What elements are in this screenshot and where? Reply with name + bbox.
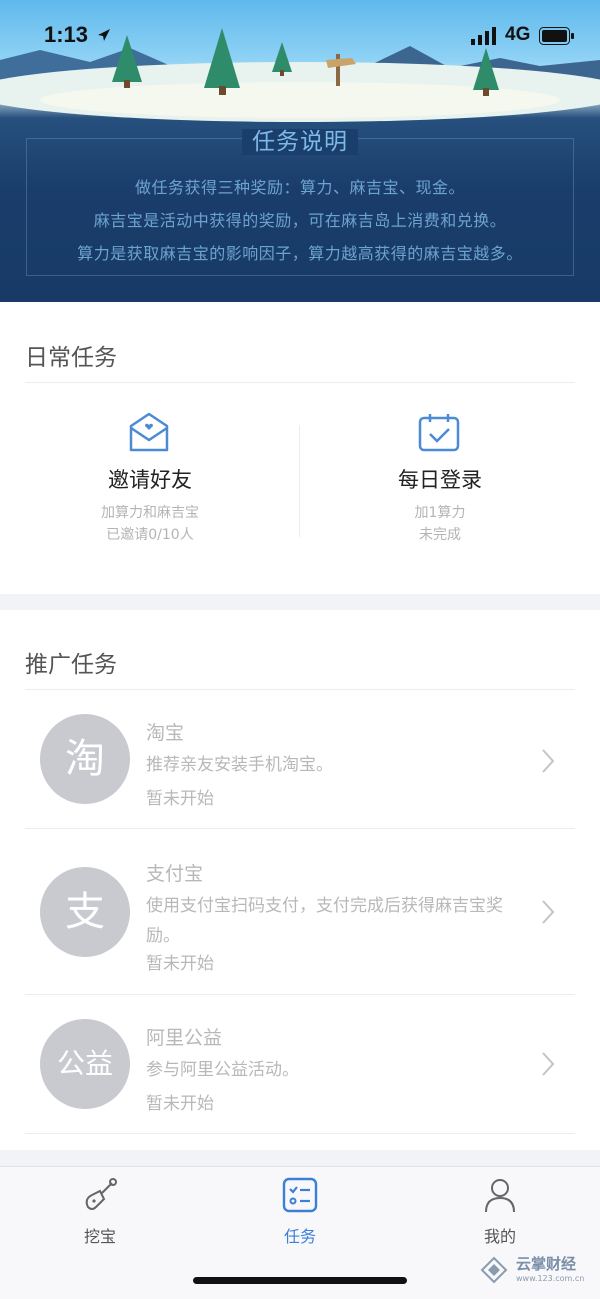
hero-line: 做任务获得三种奖励：算力、麻吉宝、现金。	[134, 178, 465, 197]
envelope-heart-icon	[129, 412, 169, 452]
promo-task-alipay[interactable]: 支 支付宝 使用支付宝扫码支付，支付完成后获得麻吉宝奖励。 暂未开始	[0, 829, 600, 994]
task-list-icon	[282, 1177, 318, 1213]
task-reward: 加1算力	[414, 505, 466, 521]
task-name: 淘宝	[146, 722, 185, 744]
promo-task-ali-charity[interactable]: 公益 阿里公益 参与阿里公益活动。 暂未开始	[0, 995, 600, 1133]
status-bar: 1:13 4G	[0, 0, 600, 70]
location-arrow-icon	[98, 29, 110, 41]
task-name: 邀请好友	[108, 468, 192, 492]
charity-badge: 公益	[40, 1019, 130, 1109]
signal-icon	[471, 27, 496, 45]
divider	[25, 1133, 575, 1134]
divider	[25, 382, 575, 383]
watermark-text: 云掌财经	[516, 1255, 577, 1273]
daily-task-login[interactable]: 每日登录 加1算力 未完成	[290, 412, 590, 552]
promo-task-taobao[interactable]: 淘 淘宝 推荐亲友安装手机淘宝。 暂未开始	[0, 690, 600, 828]
network-type: 4G	[505, 24, 531, 45]
battery-icon	[539, 27, 574, 45]
hero-line: 算力是获取麻吉宝的影响因子，算力越高获得的麻吉宝越多。	[77, 244, 523, 263]
task-status: 未完成	[419, 527, 461, 543]
chevron-right-icon	[542, 1052, 555, 1076]
task-description: 推荐亲友安装手机淘宝。	[146, 755, 333, 775]
daily-tasks-title: 日常任务	[25, 345, 117, 371]
task-description: 参与阿里公益活动。	[146, 1060, 299, 1080]
promo-tasks-title: 推广任务	[25, 652, 117, 678]
alipay-badge: 支	[40, 867, 130, 957]
tab-label: 挖宝	[83, 1227, 116, 1246]
tab-profile[interactable]: 我的	[440, 1177, 560, 1247]
taobao-badge: 淘	[40, 714, 130, 804]
task-name: 支付宝	[146, 863, 204, 885]
task-status: 暂未开始	[146, 789, 214, 809]
hero-banner: 1:13 4G 任务说明 做任务获得三种奖励：算力、麻吉宝、现金。 麻吉宝是活动…	[0, 0, 600, 302]
shovel-icon	[85, 1178, 117, 1210]
status-time: 1:13	[44, 22, 89, 47]
task-name: 每日登录	[398, 468, 482, 492]
calendar-check-icon	[418, 414, 460, 452]
task-status: 已邀请0/10人	[106, 527, 194, 543]
task-reward: 加算力和麻吉宝	[101, 505, 199, 521]
tab-tasks[interactable]: 任务	[240, 1177, 360, 1247]
user-icon	[485, 1179, 515, 1213]
home-indicator[interactable]	[193, 1277, 407, 1284]
tab-dig[interactable]: 挖宝	[40, 1177, 160, 1247]
daily-task-invite[interactable]: 邀请好友 加算力和麻吉宝 已邀请0/10人	[0, 412, 300, 552]
task-name: 阿里公益	[146, 1027, 223, 1049]
task-description: 使用支付宝扫码支付，支付完成后获得麻吉宝奖励。	[146, 896, 503, 946]
hero-line: 麻吉宝是活动中获得的奖励，可在麻吉岛上消费和兑换。	[93, 211, 507, 230]
task-status: 暂未开始	[146, 1094, 214, 1114]
hero-title: 任务说明	[0, 122, 600, 156]
tab-label: 任务	[283, 1227, 316, 1246]
chevron-right-icon	[542, 749, 555, 773]
watermark-url: www.123.com.cn	[516, 1274, 585, 1283]
task-status: 暂未开始	[146, 954, 214, 974]
tab-label: 我的	[483, 1227, 516, 1246]
chevron-right-icon	[542, 900, 555, 924]
